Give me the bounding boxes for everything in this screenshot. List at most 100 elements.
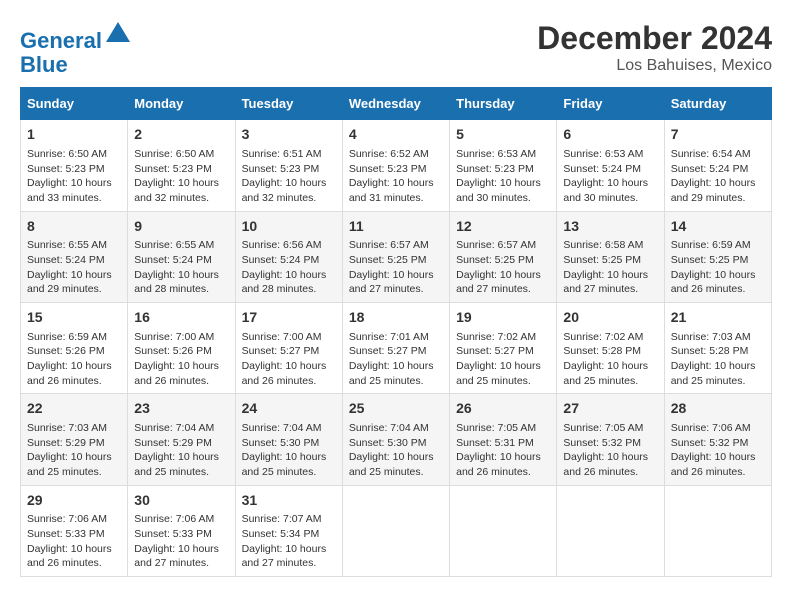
day-number: 8 bbox=[27, 217, 121, 237]
week-row-4: 22 Sunrise: 7:03 AM Sunset: 5:29 PM Dayli… bbox=[21, 394, 772, 485]
cell-3-4: 18 Sunrise: 7:01 AM Sunset: 5:27 PM Dayli… bbox=[342, 303, 449, 394]
day-content: Sunrise: 6:57 AM Sunset: 5:25 PM Dayligh… bbox=[349, 239, 434, 295]
cell-1-6: 6 Sunrise: 6:53 AM Sunset: 5:24 PM Daylig… bbox=[557, 120, 664, 211]
day-content: Sunrise: 7:03 AM Sunset: 5:28 PM Dayligh… bbox=[671, 331, 756, 387]
day-content: Sunrise: 6:57 AM Sunset: 5:25 PM Dayligh… bbox=[456, 239, 541, 295]
cell-2-2: 9Sunrise: 6:55 AM Sunset: 5:24 PM Daylig… bbox=[128, 211, 235, 302]
week-row-1: 1 Sunrise: 6:50 AM Sunset: 5:23 PM Daylig… bbox=[21, 120, 772, 211]
cell-2-1: 8Sunrise: 6:55 AM Sunset: 5:24 PM Daylig… bbox=[21, 211, 128, 302]
day-number: 7 bbox=[671, 125, 765, 145]
header-monday: Monday bbox=[128, 88, 235, 120]
day-number: 15 bbox=[27, 308, 121, 328]
day-number: 21 bbox=[671, 308, 765, 328]
subtitle: Los Bahuises, Mexico bbox=[537, 57, 772, 75]
day-content: Sunrise: 7:05 AM Sunset: 5:31 PM Dayligh… bbox=[456, 422, 541, 478]
cell-2-3: 10Sunrise: 6:56 AM Sunset: 5:24 PM Dayli… bbox=[235, 211, 342, 302]
cell-2-7: 14Sunrise: 6:59 AM Sunset: 5:25 PM Dayli… bbox=[664, 211, 771, 302]
cell-5-7 bbox=[664, 485, 771, 576]
day-content: Sunrise: 7:00 AM Sunset: 5:27 PM Dayligh… bbox=[242, 331, 327, 387]
main-title: December 2024 bbox=[537, 20, 772, 57]
day-content: Sunrise: 7:04 AM Sunset: 5:30 PM Dayligh… bbox=[242, 422, 327, 478]
day-content: Sunrise: 6:55 AM Sunset: 5:24 PM Dayligh… bbox=[134, 239, 219, 295]
day-number: 1 bbox=[27, 125, 121, 145]
day-number: 22 bbox=[27, 399, 121, 419]
cell-5-6 bbox=[557, 485, 664, 576]
day-content: Sunrise: 7:05 AM Sunset: 5:32 PM Dayligh… bbox=[563, 422, 648, 478]
day-content: Sunrise: 7:04 AM Sunset: 5:30 PM Dayligh… bbox=[349, 422, 434, 478]
day-number: 25 bbox=[349, 399, 443, 419]
cell-1-7: 7 Sunrise: 6:54 AM Sunset: 5:24 PM Daylig… bbox=[664, 120, 771, 211]
day-content: Sunrise: 6:50 AM Sunset: 5:23 PM Dayligh… bbox=[27, 148, 112, 204]
header-saturday: Saturday bbox=[664, 88, 771, 120]
day-content: Sunrise: 6:54 AM Sunset: 5:24 PM Dayligh… bbox=[671, 148, 756, 204]
day-number: 27 bbox=[563, 399, 657, 419]
logo-icon bbox=[104, 20, 132, 48]
header-sunday: Sunday bbox=[21, 88, 128, 120]
cell-3-2: 16Sunrise: 7:00 AM Sunset: 5:26 PM Dayli… bbox=[128, 303, 235, 394]
header-thursday: Thursday bbox=[450, 88, 557, 120]
day-content: Sunrise: 7:07 AM Sunset: 5:34 PM Dayligh… bbox=[242, 513, 327, 569]
cell-5-4 bbox=[342, 485, 449, 576]
day-content: Sunrise: 6:55 AM Sunset: 5:24 PM Dayligh… bbox=[27, 239, 112, 295]
day-content: Sunrise: 7:04 AM Sunset: 5:29 PM Dayligh… bbox=[134, 422, 219, 478]
day-content: Sunrise: 6:59 AM Sunset: 5:26 PM Dayligh… bbox=[27, 331, 112, 387]
cell-5-5 bbox=[450, 485, 557, 576]
day-number: 13 bbox=[563, 217, 657, 237]
week-row-3: 15 Sunrise: 6:59 AM Sunset: 5:26 PM Dayli… bbox=[21, 303, 772, 394]
logo: General Blue bbox=[20, 20, 132, 77]
calendar-body: 1 Sunrise: 6:50 AM Sunset: 5:23 PM Daylig… bbox=[21, 120, 772, 577]
cell-1-4: 4Sunrise: 6:52 AM Sunset: 5:23 PM Daylig… bbox=[342, 120, 449, 211]
day-content: Sunrise: 6:58 AM Sunset: 5:25 PM Dayligh… bbox=[563, 239, 648, 295]
cell-3-1: 15 Sunrise: 6:59 AM Sunset: 5:26 PM Dayli… bbox=[21, 303, 128, 394]
day-content: Sunrise: 6:52 AM Sunset: 5:23 PM Dayligh… bbox=[349, 148, 434, 204]
cell-3-3: 17 Sunrise: 7:00 AM Sunset: 5:27 PM Dayli… bbox=[235, 303, 342, 394]
cell-3-7: 21 Sunrise: 7:03 AM Sunset: 5:28 PM Dayli… bbox=[664, 303, 771, 394]
week-row-2: 8Sunrise: 6:55 AM Sunset: 5:24 PM Daylig… bbox=[21, 211, 772, 302]
day-number: 11 bbox=[349, 217, 443, 237]
day-number: 18 bbox=[349, 308, 443, 328]
day-number: 23 bbox=[134, 399, 228, 419]
day-content: Sunrise: 7:06 AM Sunset: 5:33 PM Dayligh… bbox=[27, 513, 112, 569]
day-number: 12 bbox=[456, 217, 550, 237]
logo-blue: Blue bbox=[20, 52, 68, 77]
day-number: 16 bbox=[134, 308, 228, 328]
day-number: 19 bbox=[456, 308, 550, 328]
logo-general: General bbox=[20, 28, 102, 53]
cell-5-3: 31Sunrise: 7:07 AM Sunset: 5:34 PM Dayli… bbox=[235, 485, 342, 576]
day-number: 28 bbox=[671, 399, 765, 419]
day-content: Sunrise: 6:53 AM Sunset: 5:24 PM Dayligh… bbox=[563, 148, 648, 204]
day-content: Sunrise: 7:02 AM Sunset: 5:28 PM Dayligh… bbox=[563, 331, 648, 387]
day-number: 9 bbox=[134, 217, 228, 237]
day-content: Sunrise: 7:02 AM Sunset: 5:27 PM Dayligh… bbox=[456, 331, 541, 387]
cell-4-2: 23 Sunrise: 7:04 AM Sunset: 5:29 PM Dayli… bbox=[128, 394, 235, 485]
cell-2-4: 11Sunrise: 6:57 AM Sunset: 5:25 PM Dayli… bbox=[342, 211, 449, 302]
cell-4-1: 22 Sunrise: 7:03 AM Sunset: 5:29 PM Dayli… bbox=[21, 394, 128, 485]
day-content: Sunrise: 6:56 AM Sunset: 5:24 PM Dayligh… bbox=[242, 239, 327, 295]
day-number: 6 bbox=[563, 125, 657, 145]
day-number: 17 bbox=[242, 308, 336, 328]
cell-4-3: 24Sunrise: 7:04 AM Sunset: 5:30 PM Dayli… bbox=[235, 394, 342, 485]
cell-1-3: 3Sunrise: 6:51 AM Sunset: 5:23 PM Daylig… bbox=[235, 120, 342, 211]
day-content: Sunrise: 7:01 AM Sunset: 5:27 PM Dayligh… bbox=[349, 331, 434, 387]
header-wednesday: Wednesday bbox=[342, 88, 449, 120]
title-area: December 2024 Los Bahuises, Mexico bbox=[537, 20, 772, 75]
day-number: 30 bbox=[134, 491, 228, 511]
cell-4-5: 26Sunrise: 7:05 AM Sunset: 5:31 PM Dayli… bbox=[450, 394, 557, 485]
cell-3-5: 19 Sunrise: 7:02 AM Sunset: 5:27 PM Dayli… bbox=[450, 303, 557, 394]
cell-1-5: 5Sunrise: 6:53 AM Sunset: 5:23 PM Daylig… bbox=[450, 120, 557, 211]
calendar-header: Sunday Monday Tuesday Wednesday Thursday… bbox=[21, 88, 772, 120]
day-number: 14 bbox=[671, 217, 765, 237]
day-content: Sunrise: 7:03 AM Sunset: 5:29 PM Dayligh… bbox=[27, 422, 112, 478]
day-number: 29 bbox=[27, 491, 121, 511]
cell-4-7: 28Sunrise: 7:06 AM Sunset: 5:32 PM Dayli… bbox=[664, 394, 771, 485]
header-row: Sunday Monday Tuesday Wednesday Thursday… bbox=[21, 88, 772, 120]
day-number: 2 bbox=[134, 125, 228, 145]
day-number: 5 bbox=[456, 125, 550, 145]
cell-1-2: 2 Sunrise: 6:50 AM Sunset: 5:23 PM Daylig… bbox=[128, 120, 235, 211]
cell-3-6: 20Sunrise: 7:02 AM Sunset: 5:28 PM Dayli… bbox=[557, 303, 664, 394]
header-tuesday: Tuesday bbox=[235, 88, 342, 120]
day-content: Sunrise: 6:50 AM Sunset: 5:23 PM Dayligh… bbox=[134, 148, 219, 204]
cell-5-2: 30Sunrise: 7:06 AM Sunset: 5:33 PM Dayli… bbox=[128, 485, 235, 576]
calendar-table: Sunday Monday Tuesday Wednesday Thursday… bbox=[20, 87, 772, 577]
header-friday: Friday bbox=[557, 88, 664, 120]
